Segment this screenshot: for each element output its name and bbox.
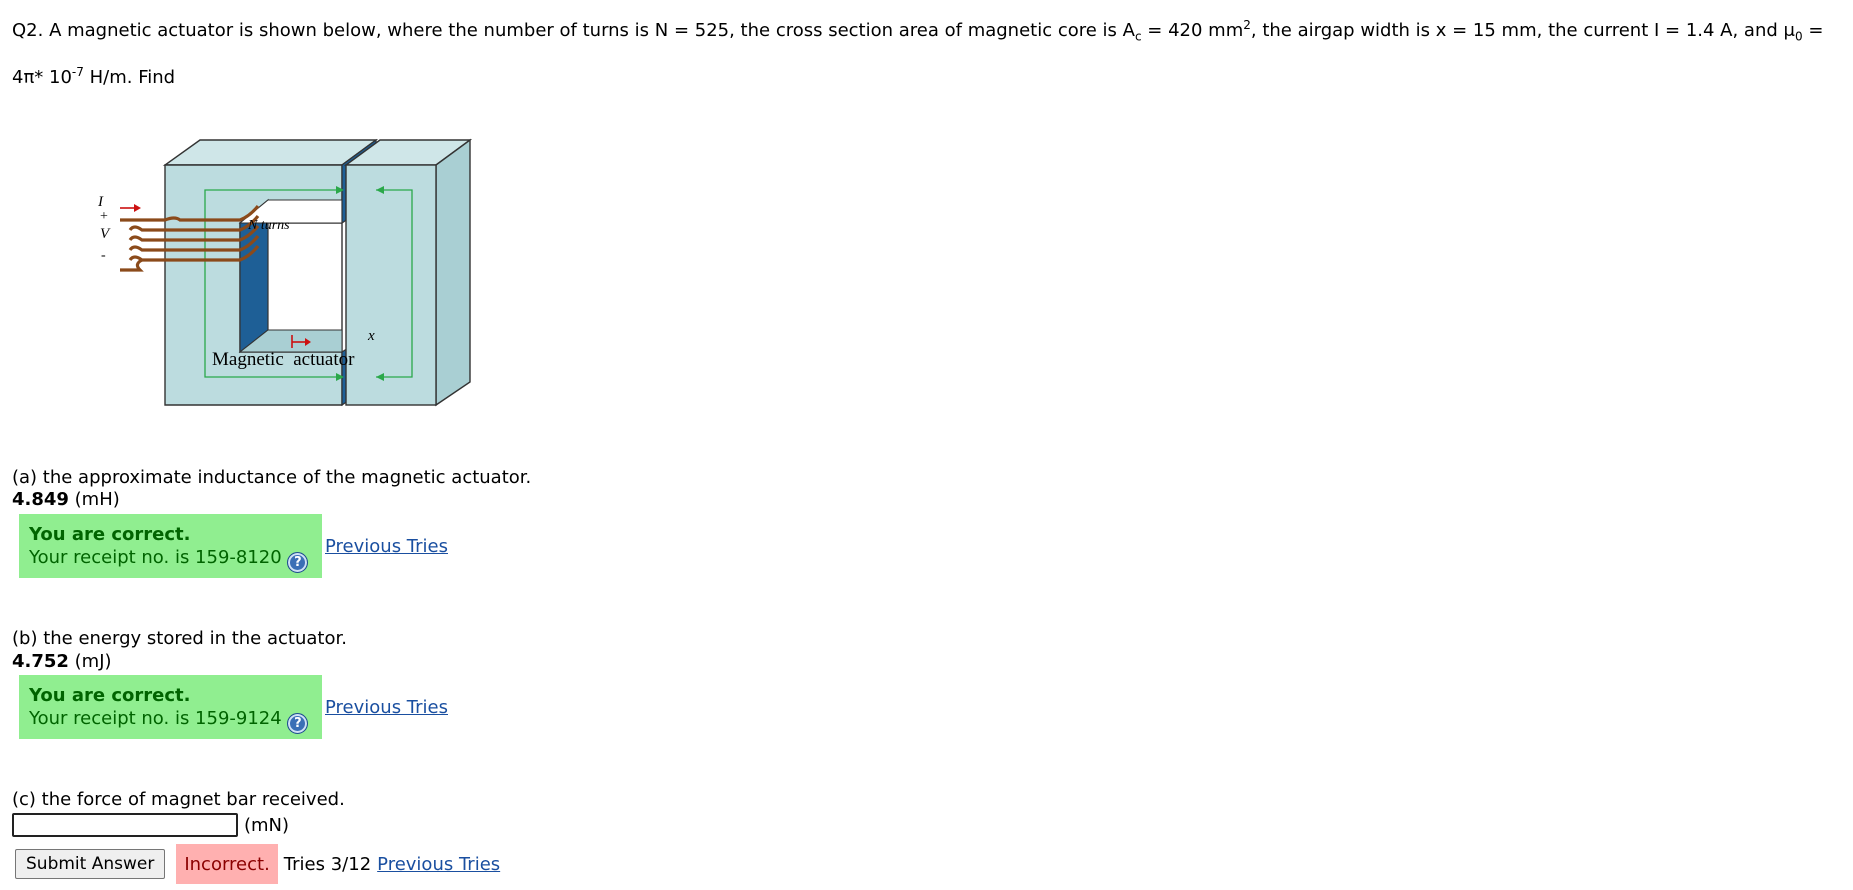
mu-exponent: -7 <box>71 64 84 79</box>
mu-equals: = <box>1802 20 1824 41</box>
part-c-submit-row: Submit Answer Incorrect. Tries 3/12 Prev… <box>15 844 500 884</box>
question-intro: Q2. A magnetic actuator is shown below, … <box>12 20 1135 41</box>
part-c-unit: (mN) <box>244 814 290 836</box>
part-a-answer: 4.849 (mH) <box>12 489 120 511</box>
part-a-receipt: Your receipt no. is 159-8120 <box>29 547 282 568</box>
part-c-tries-count: Tries 3/12 <box>283 853 372 875</box>
mu-value: 4π* 10 <box>12 66 72 88</box>
part-a-previous-tries-link[interactable]: Previous Tries <box>325 536 448 557</box>
bar-side-face <box>435 138 471 407</box>
submit-answer-button[interactable]: Submit Answer <box>15 849 166 879</box>
question-text: Q2. A magnetic actuator is shown below, … <box>12 8 1847 95</box>
part-b-question: (b) the energy stored in the actuator. <box>12 628 347 649</box>
part-a-question: (a) the approximate inductance of the ma… <box>12 467 532 488</box>
core-top-face <box>162 139 379 166</box>
question-find: H/m. Find <box>83 66 176 88</box>
part-a-feedback: You are correct. Your receipt no. is 159… <box>19 514 322 578</box>
part-a-status: You are correct. <box>29 524 191 545</box>
part-c-input-row: (mN) <box>12 811 289 839</box>
part-c-answer-input[interactable] <box>12 813 238 837</box>
ac-subscript: c <box>1134 29 1142 44</box>
part-b-value: 4.752 <box>12 651 69 672</box>
part-b-previous-tries-link[interactable]: Previous Tries <box>325 697 448 718</box>
mu-subscript: 0 <box>1794 29 1803 44</box>
gap-width-label: x <box>368 328 375 344</box>
part-b-unit: (mJ) <box>68 651 112 672</box>
part-c-status-badge: Incorrect. <box>176 844 278 884</box>
minus-terminal-label: - <box>101 248 106 263</box>
figure-caption: Magnetic actuator <box>212 349 355 370</box>
plus-terminal-label: + <box>100 209 108 224</box>
area-exponent: 2 <box>1243 18 1251 32</box>
help-icon[interactable]: ? <box>287 713 309 734</box>
part-b-receipt: Your receipt no. is 159-9124 <box>29 708 282 729</box>
help-icon[interactable]: ? <box>287 552 309 573</box>
current-arrow-head <box>134 204 141 212</box>
part-b-status: You are correct. <box>29 685 191 706</box>
part-a-unit: (mH) <box>68 489 120 510</box>
part-a-value: 4.849 <box>12 489 69 510</box>
part-c-question: (c) the force of magnet bar received. <box>12 789 345 810</box>
bar-front-face <box>345 164 437 406</box>
part-c-previous-tries-link[interactable]: Previous Tries <box>377 854 500 875</box>
voltage-label: V <box>100 226 110 242</box>
coil-turns-label: N turns <box>248 218 290 233</box>
actuator-diagram <box>120 138 473 407</box>
part-b-answer: 4.752 (mJ) <box>12 651 112 673</box>
question-middle: , the airgap width is x = 15 mm, the cur… <box>1250 20 1795 41</box>
area-value: = 420 mm <box>1141 20 1244 41</box>
magnetic-actuator-figure: N turns I + V - x Magnetic actuator <box>98 120 500 445</box>
part-b-feedback: You are correct. Your receipt no. is 159… <box>19 675 322 739</box>
